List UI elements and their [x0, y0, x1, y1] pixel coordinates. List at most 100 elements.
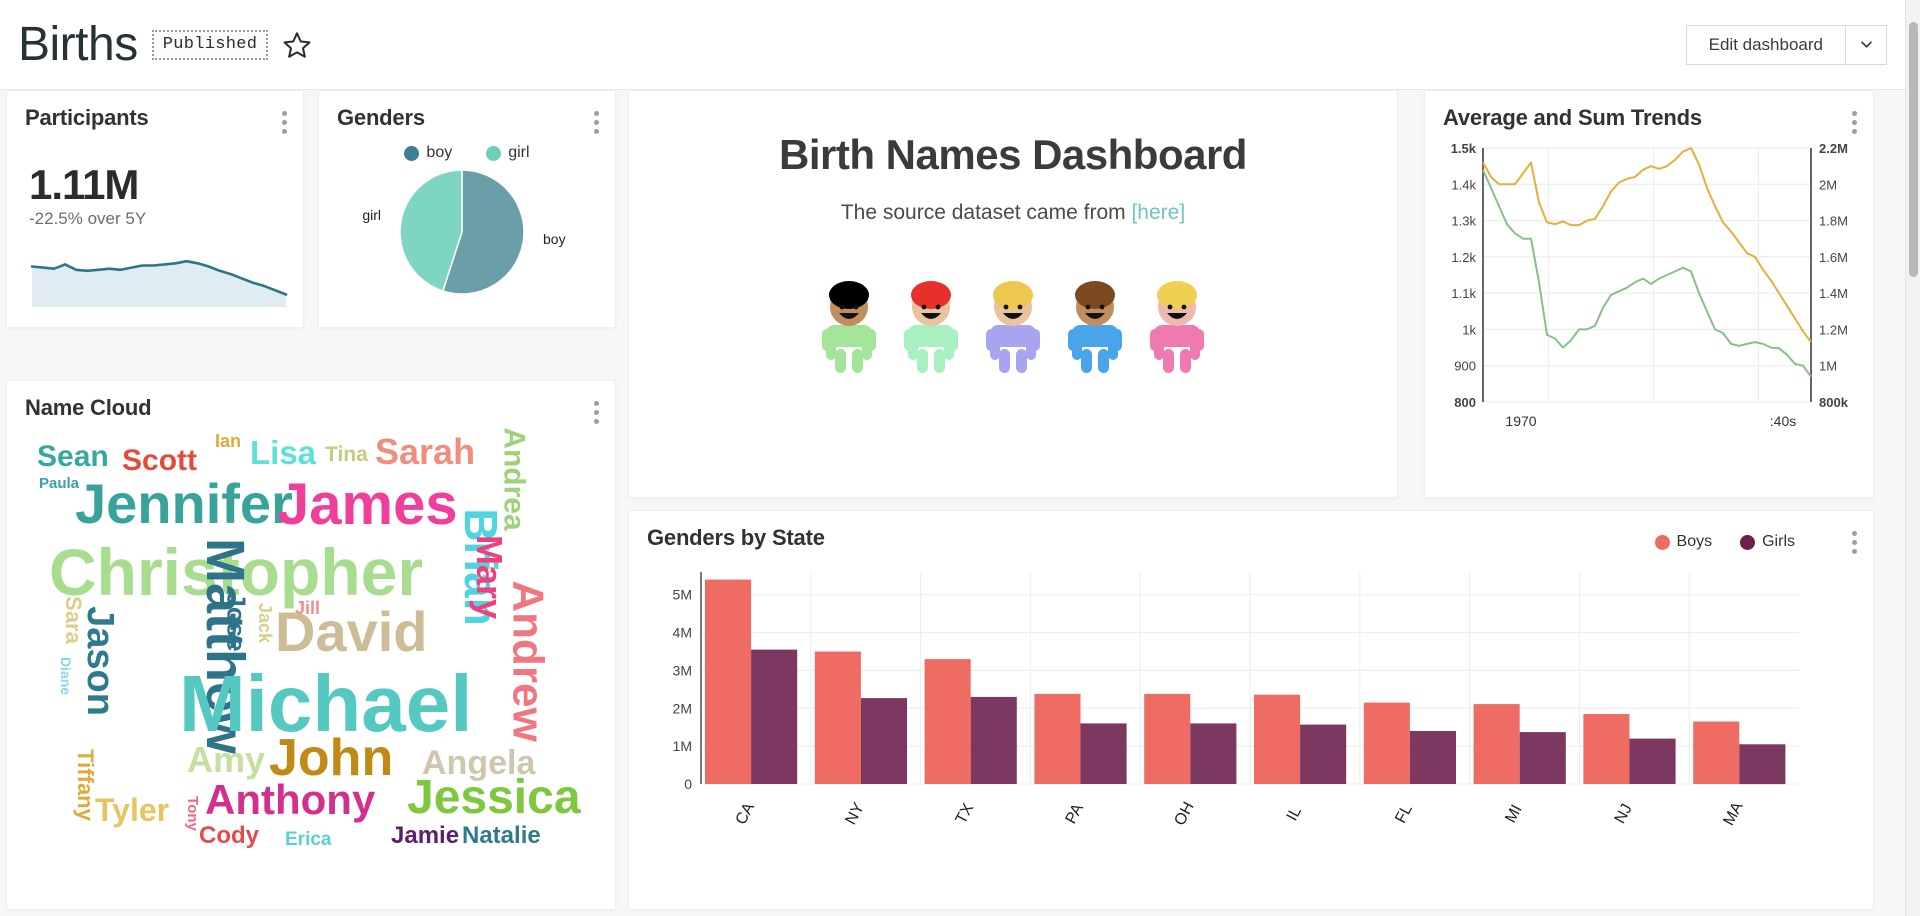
- legend-label-boys: Boys: [1676, 533, 1713, 550]
- card-title-participants: Participants: [25, 105, 149, 130]
- genders-by-state-bar-chart[interactable]: 0 1M 2M 3M 4M 5M CA NY TX PA OH IL FL MI NJ MA: [629, 554, 1873, 884]
- card-markdown-intro: Birth Names Dashboard The source dataset…: [628, 90, 1398, 498]
- name-cloud-word[interactable]: Paula: [39, 476, 79, 491]
- svg-text:2M: 2M: [673, 700, 692, 716]
- svg-text::40s: :40s: [1770, 413, 1796, 429]
- svg-text:PA: PA: [1062, 801, 1087, 827]
- card-header: Genders: [319, 91, 615, 134]
- name-cloud-word[interactable]: Ian: [215, 432, 241, 450]
- svg-text:2.2M: 2.2M: [1819, 141, 1848, 156]
- card-title-trends: Average and Sum Trends: [1443, 105, 1702, 130]
- legend-item-girl[interactable]: girl: [486, 144, 530, 162]
- svg-text:MA: MA: [1720, 799, 1746, 828]
- genders-legend: boy girl: [319, 144, 615, 162]
- name-cloud-word[interactable]: Jose: [222, 592, 252, 651]
- legend-item-boy[interactable]: boy: [404, 144, 452, 162]
- kid-1-icon: [822, 281, 876, 373]
- svg-text:1.1k: 1.1k: [1451, 286, 1476, 301]
- chevron-down-icon: [1860, 41, 1872, 48]
- genders-pie-chart[interactable]: boy girl: [319, 162, 617, 312]
- name-cloud-word[interactable]: Lisa: [250, 436, 316, 469]
- svg-text:800: 800: [1454, 395, 1476, 410]
- kebab-menu-icon[interactable]: [1852, 105, 1857, 134]
- legend-dot-icon: [1740, 534, 1756, 550]
- name-cloud-word[interactable]: Sean: [37, 442, 109, 472]
- legend-dot-icon: [486, 145, 502, 161]
- svg-text:1k: 1k: [1462, 322, 1476, 337]
- svg-text:NJ: NJ: [1612, 801, 1636, 826]
- name-cloud-word[interactable]: James: [277, 476, 458, 534]
- dashboard-app: Births Published Edit dashboard Particip…: [0, 0, 1920, 916]
- name-cloud-word[interactable]: Erica: [285, 830, 331, 849]
- name-cloud-word[interactable]: Jessica: [407, 774, 581, 822]
- svg-text:3M: 3M: [673, 662, 692, 678]
- legend-label-boy: boy: [426, 144, 453, 161]
- svg-text:800k: 800k: [1819, 395, 1849, 410]
- card-genders: Genders boy girl boy girl: [318, 90, 616, 328]
- edit-dashboard-button[interactable]: Edit dashboard: [1685, 24, 1845, 65]
- legend-item-boys[interactable]: Boys: [1654, 533, 1713, 551]
- svg-text:1970: 1970: [1505, 413, 1536, 429]
- dashboard-header: Births Published Edit dashboard: [0, 0, 1905, 90]
- card-genders-by-state: Genders by State Boys Girls 0 1M 2M 3M 4M 5M C…: [628, 510, 1874, 910]
- bignumber-block: 1.11M -22.5% over 5Y: [7, 134, 303, 229]
- page-scrollbar[interactable]: [1905, 0, 1920, 916]
- participants-sparkline: [30, 259, 288, 307]
- name-cloud-word[interactable]: Anthony: [205, 779, 375, 821]
- trends-line-chart[interactable]: 800 900 1k 1.1k 1.2k 1.3k 1.4k 1.5k 800k 1M 1.2M 1.…: [1425, 134, 1873, 464]
- name-cloud-word[interactable]: Tina: [325, 444, 368, 465]
- svg-text:FL: FL: [1392, 802, 1416, 827]
- dashboard-grid: Participants 1.11M -22.5% over 5Y Gender…: [0, 90, 1905, 916]
- svg-text:1.2M: 1.2M: [1819, 322, 1848, 337]
- name-cloud-word[interactable]: Tyler: [95, 794, 169, 826]
- title-group: Births Published: [18, 20, 312, 69]
- svg-text:1.6M: 1.6M: [1819, 250, 1848, 265]
- name-cloud-word[interactable]: Jamie: [391, 824, 459, 848]
- edit-dashboard-dropdown[interactable]: [1845, 24, 1887, 65]
- kebab-menu-icon[interactable]: [282, 105, 287, 134]
- svg-text:1.8M: 1.8M: [1819, 214, 1848, 229]
- svg-text:4M: 4M: [673, 625, 692, 641]
- scrollbar-thumb[interactable]: [1909, 22, 1918, 277]
- star-icon[interactable]: [282, 30, 312, 60]
- name-cloud-stage: Sean Scott Ian Lisa Tina Sarah Paula Jennifer Ja…: [7, 424, 615, 894]
- source-dataset-link[interactable]: [here]: [1131, 201, 1185, 224]
- svg-text:1M: 1M: [673, 738, 692, 754]
- card-title-genders-by-state: Genders by State: [647, 525, 825, 550]
- svg-text:1.4M: 1.4M: [1819, 286, 1848, 301]
- kid-5-icon: [1150, 281, 1204, 373]
- name-cloud-word[interactable]: Andrew: [504, 580, 553, 741]
- kebab-menu-icon[interactable]: [1852, 525, 1857, 554]
- card-header: Name Cloud: [7, 381, 615, 424]
- name-cloud-word[interactable]: Jack: [255, 603, 275, 643]
- legend-item-girls[interactable]: Girls: [1740, 533, 1795, 551]
- name-cloud-word[interactable]: Diane: [58, 657, 74, 695]
- svg-text:girl: girl: [362, 207, 381, 223]
- legend-dot-icon: [404, 145, 420, 161]
- svg-text:1.5k: 1.5k: [1451, 141, 1477, 156]
- svg-text:1.2k: 1.2k: [1451, 250, 1476, 265]
- name-cloud-word[interactable]: Amy: [187, 742, 265, 778]
- svg-text:5M: 5M: [673, 587, 692, 603]
- name-cloud-word[interactable]: Sarah: [375, 434, 475, 470]
- svg-text:1M: 1M: [1819, 359, 1837, 374]
- kebab-menu-icon[interactable]: [594, 105, 599, 134]
- by-state-legend: Boys Girls: [1654, 533, 1795, 551]
- name-cloud-word[interactable]: Natalie: [462, 824, 541, 848]
- name-cloud-word[interactable]: Jason: [79, 606, 121, 716]
- name-cloud-word[interactable]: David: [275, 604, 428, 660]
- dashboard-subtitle: The source dataset came from [here]: [629, 201, 1397, 225]
- svg-text:0: 0: [684, 776, 692, 792]
- name-cloud-word[interactable]: Jennifer: [75, 476, 293, 532]
- name-cloud-word[interactable]: Mary: [469, 535, 510, 619]
- svg-text:IL: IL: [1284, 804, 1305, 824]
- svg-text:OH: OH: [1171, 799, 1197, 828]
- name-cloud-word[interactable]: Cody: [199, 824, 259, 848]
- kid-4-icon: [1068, 281, 1122, 373]
- svg-text:1.3k: 1.3k: [1451, 214, 1476, 229]
- legend-dot-icon: [1654, 534, 1670, 550]
- svg-text:boy: boy: [543, 231, 566, 247]
- kebab-menu-icon[interactable]: [594, 395, 599, 424]
- name-cloud-word[interactable]: Tony: [184, 796, 201, 831]
- name-cloud-word[interactable]: Tiffany: [73, 749, 98, 821]
